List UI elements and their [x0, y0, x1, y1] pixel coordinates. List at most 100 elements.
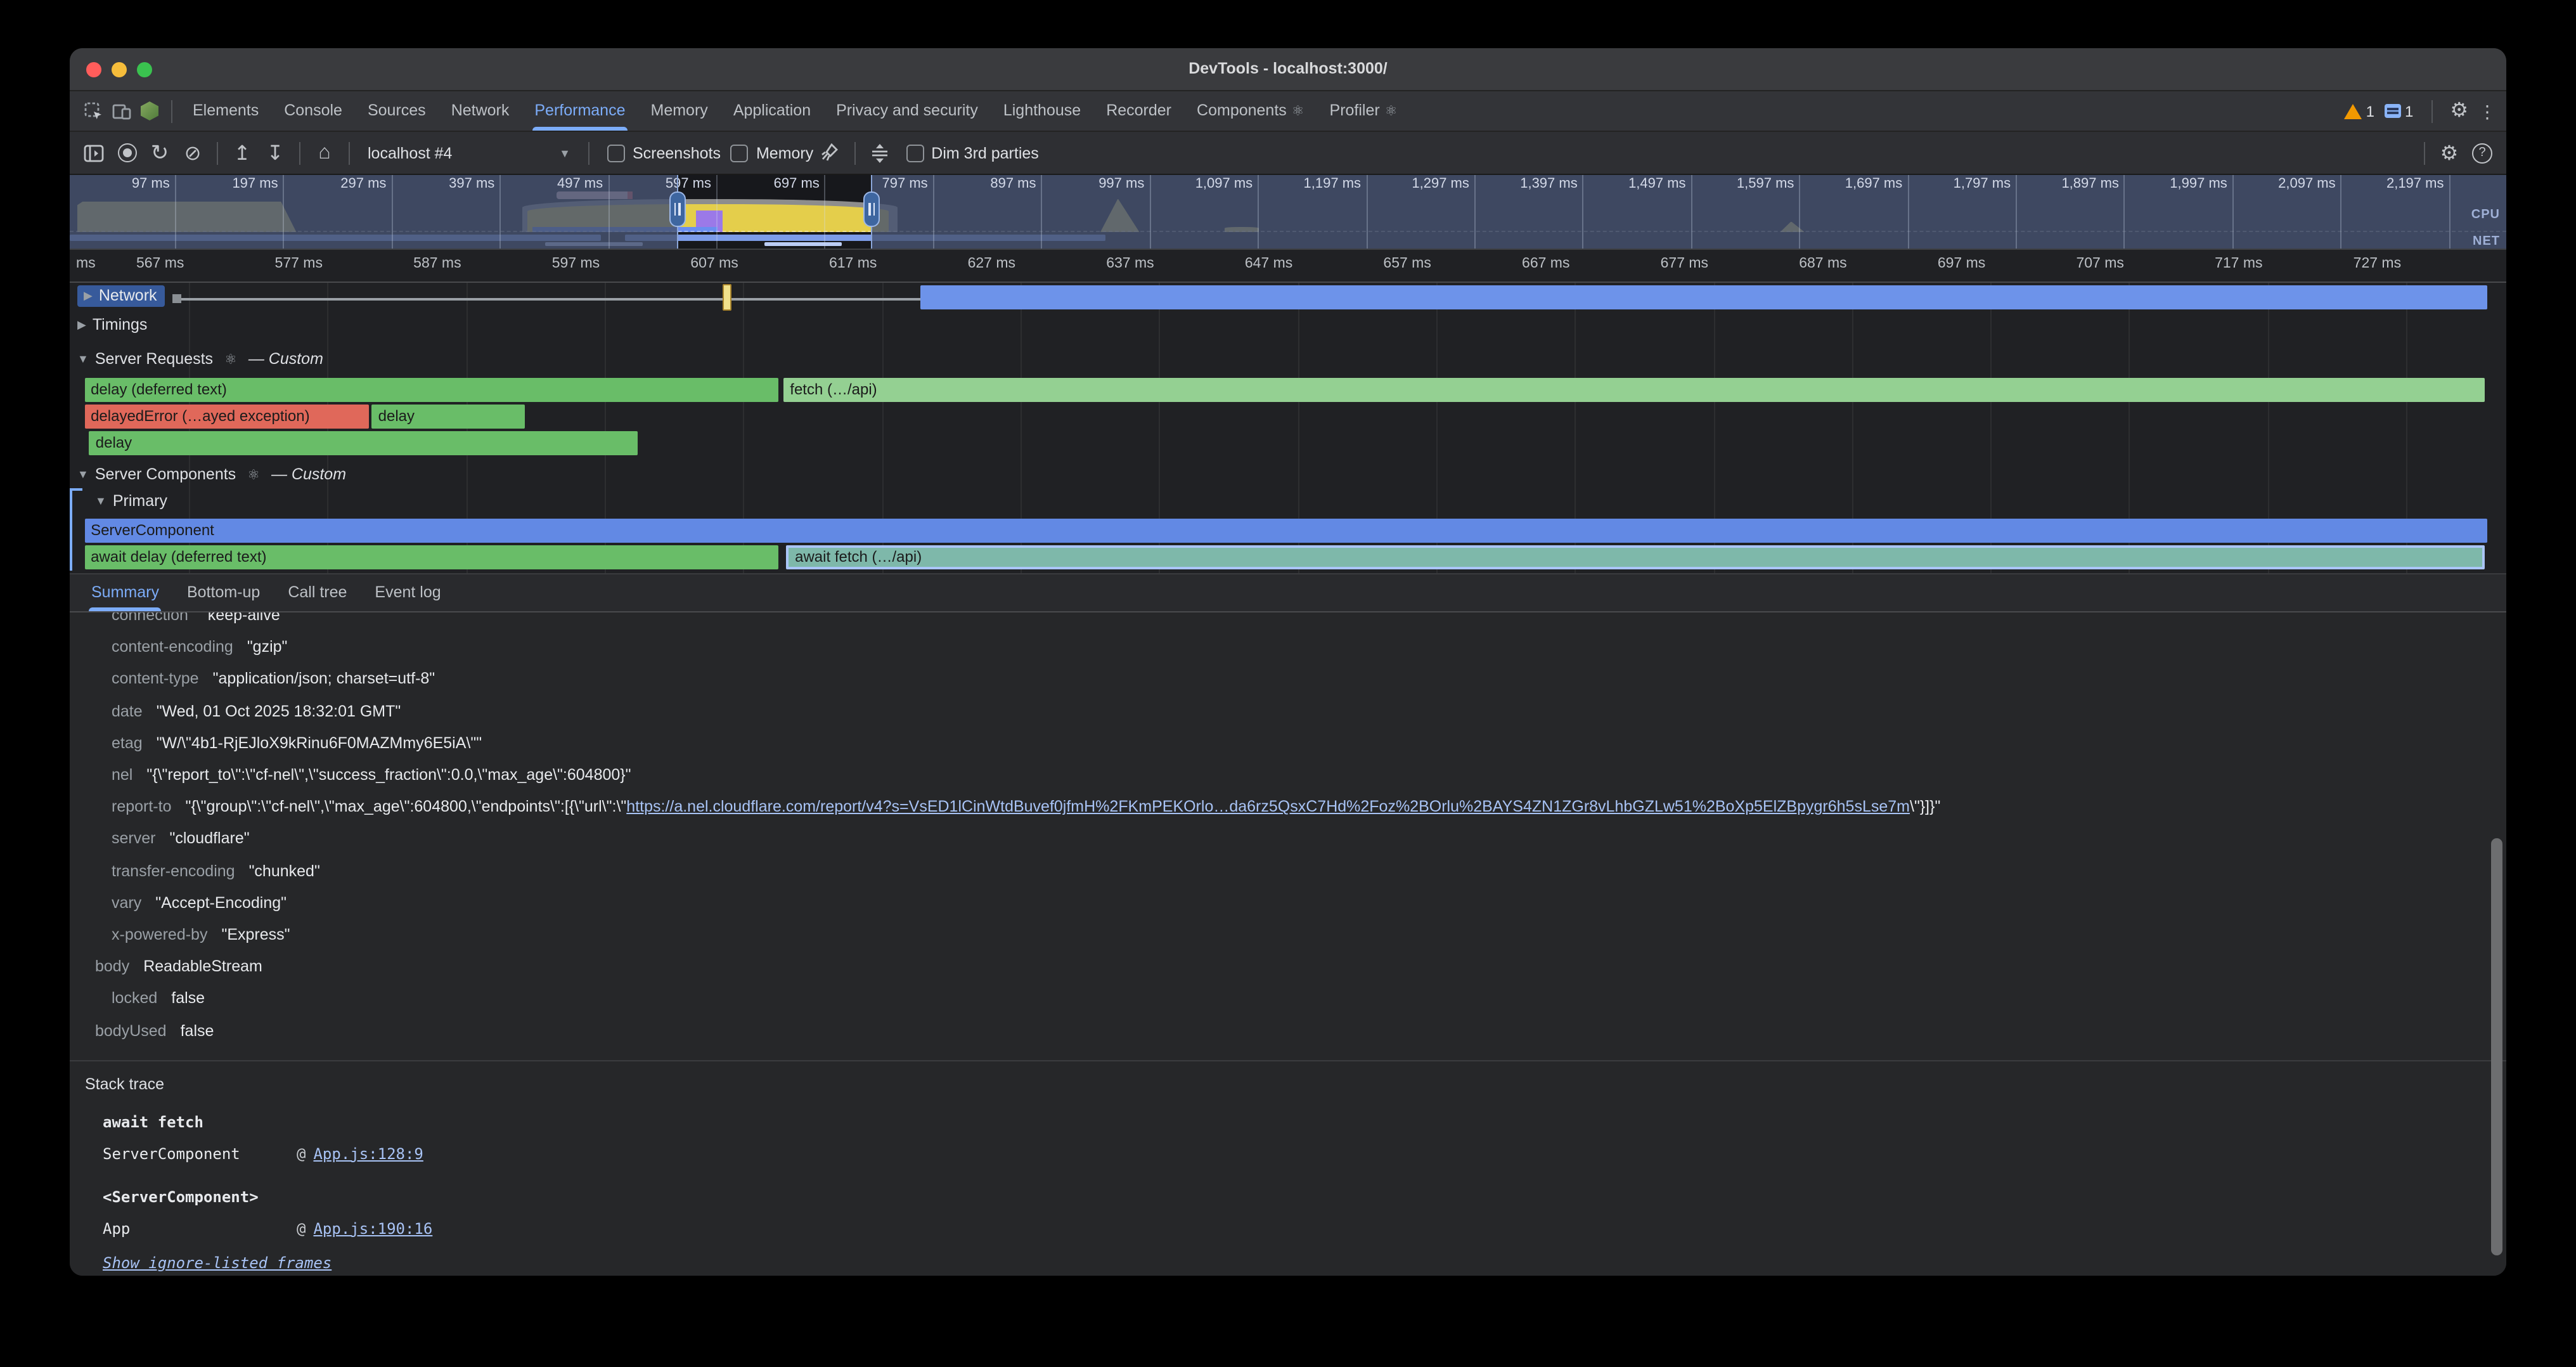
- network-request-candle[interactable]: [723, 284, 731, 311]
- divider: [2431, 100, 2432, 122]
- property-value: ReadableStream: [143, 957, 262, 975]
- network-request-bar[interactable]: [920, 285, 2487, 309]
- flame-bar-servercomponent[interactable]: ServerComponent: [84, 519, 2487, 543]
- track-server-components[interactable]: ▼ Server Components ⚛ — Custom: [77, 465, 346, 483]
- tab-lighthouse[interactable]: Lighthouse: [991, 91, 1093, 131]
- divider: [588, 141, 589, 164]
- timeline-overview[interactable]: CPU NET 97 ms197 ms297 ms397 ms497 ms597…: [70, 175, 2506, 250]
- device-toolbar-icon[interactable]: [108, 97, 136, 125]
- flame-bar-delay[interactable]: delay: [89, 431, 638, 455]
- download-profile-icon[interactable]: ↧: [259, 138, 292, 168]
- capture-settings-gear-icon[interactable]: ⚙: [2433, 138, 2466, 168]
- collapse-expand-icon[interactable]: [863, 138, 896, 168]
- stack-frame-location-link[interactable]: App.js:128:9: [313, 1145, 423, 1163]
- minimize-window-button[interactable]: [112, 62, 127, 77]
- selected-tab-underline: [532, 127, 628, 131]
- flame-bar-delay-deferred-text[interactable]: delay (deferred text): [84, 378, 779, 402]
- overview-grid-line: [608, 175, 609, 249]
- property-key: x-powered-by: [112, 926, 207, 943]
- overview-tick-label: 297 ms: [340, 176, 391, 191]
- flame-bar-delayederror-ayed-exception[interactable]: delayedError (…ayed exception): [84, 405, 370, 429]
- property-value: "Express": [221, 926, 290, 943]
- details-scrollbar[interactable]: [2491, 838, 2502, 1256]
- tab-privacy-and-security[interactable]: Privacy and security: [823, 91, 991, 131]
- tab-application[interactable]: Application: [721, 91, 823, 131]
- tab-label: Profiler: [1330, 101, 1380, 119]
- property-row: report-to"{\"group\":\"cf-nel\",\"max_ag…: [70, 791, 2506, 823]
- ruler-tick-label: 597 ms: [552, 256, 605, 271]
- flame-bar-delay[interactable]: delay: [372, 405, 525, 429]
- close-window-button[interactable]: [86, 62, 101, 77]
- messages-indicator[interactable]: 1: [2385, 102, 2413, 120]
- tab-label: Sources: [368, 101, 426, 119]
- flame-chart: ▶Network ▶Timings ▼ Server Requests ⚛ — …: [70, 283, 2506, 573]
- issues-warning[interactable]: 1: [2345, 102, 2374, 120]
- tab-sources[interactable]: Sources: [355, 91, 439, 131]
- warning-count: 1: [2366, 102, 2374, 120]
- upload-profile-icon[interactable]: ↥: [226, 138, 259, 168]
- tab-console[interactable]: Console: [271, 91, 355, 131]
- custom-track-suffix: — Custom: [271, 465, 346, 483]
- tab-label: Elements: [193, 101, 259, 119]
- track-network[interactable]: ▶Network: [77, 285, 165, 307]
- overview-tick-label: 1,297 ms: [1412, 176, 1474, 191]
- screenshots-checkbox[interactable]: [607, 144, 625, 162]
- record-button[interactable]: [110, 138, 143, 168]
- show-ignore-listed-frames-link[interactable]: Show ignore-listed frames: [103, 1254, 332, 1272]
- selection-handle-left[interactable]: [669, 191, 685, 227]
- dim-3rd-parties-label: Dim 3rd parties: [931, 144, 1039, 162]
- track-group-primary[interactable]: ▼ Primary: [95, 492, 167, 510]
- tab-profiler[interactable]: Profiler⚛: [1317, 91, 1410, 131]
- garbage-collect-icon[interactable]: [813, 138, 846, 168]
- history-dropdown-value: localhost #4: [368, 144, 452, 162]
- overview-tick-label: 897 ms: [990, 176, 1041, 191]
- settings-gear-icon[interactable]: ⚙: [2450, 101, 2468, 121]
- flame-bar-fetch-api[interactable]: fetch (…/api): [783, 378, 2484, 402]
- ruler-tick-label: 707 ms: [2076, 256, 2128, 271]
- report-to-url-link[interactable]: https://a.nel.cloudflare.com/report/v4?s…: [626, 798, 1910, 815]
- inspect-element-icon[interactable]: [80, 97, 108, 125]
- kebab-menu-icon[interactable]: ⋮: [2478, 102, 2496, 120]
- property-value: false: [181, 1021, 214, 1039]
- record-and-reload-button[interactable]: ↻: [143, 138, 176, 168]
- ruler-tick-label: 677 ms: [1661, 256, 1713, 271]
- property-value: "Wed, 01 Oct 2025 18:32:01 GMT": [157, 702, 401, 720]
- flame-bar-await-delay-deferred-text[interactable]: await delay (deferred text): [84, 545, 779, 569]
- track-timings[interactable]: ▶Timings: [77, 316, 147, 334]
- property-key: date: [112, 702, 143, 720]
- network-request-line[interactable]: [174, 298, 920, 301]
- maximize-window-button[interactable]: [137, 62, 152, 77]
- memory-checkbox[interactable]: [731, 144, 749, 162]
- overview-tick-label: 397 ms: [449, 176, 499, 191]
- stack-frame: App@App.js:190:16: [103, 1214, 2506, 1245]
- property-value: "Accept-Encoding": [155, 894, 287, 912]
- history-dropdown[interactable]: localhost #4 ▼: [357, 138, 581, 168]
- tab-performance[interactable]: Performance: [522, 91, 638, 131]
- overview-tick-label: 1,397 ms: [1520, 176, 1583, 191]
- details-tab-bottom-up[interactable]: Bottom-up: [173, 574, 274, 611]
- dim-3rd-parties-checkbox[interactable]: [906, 144, 924, 162]
- stack-frame-name: ServerComponent: [103, 1139, 297, 1170]
- toggle-sidebar-icon[interactable]: [77, 138, 110, 168]
- tab-components[interactable]: Components⚛: [1184, 91, 1317, 131]
- devtools-window: DevTools - localhost:3000/ ElementsConso…: [70, 48, 2506, 1276]
- divider: [854, 141, 855, 164]
- tab-elements[interactable]: Elements: [180, 91, 271, 131]
- tab-recorder[interactable]: Recorder: [1093, 91, 1184, 131]
- tab-label: Recorder: [1106, 101, 1171, 119]
- selection-handle-right[interactable]: [864, 191, 880, 227]
- clear-button[interactable]: ⊘: [176, 138, 209, 168]
- tab-network[interactable]: Network: [439, 91, 522, 131]
- tab-bar-right: 1 1 ⚙ ⋮: [2345, 100, 2496, 122]
- details-tab-call-tree[interactable]: Call tree: [274, 574, 361, 611]
- track-server-requests[interactable]: ▼ Server Requests ⚛ — Custom: [77, 350, 323, 368]
- details-tab-summary[interactable]: Summary: [77, 574, 173, 611]
- tab-memory[interactable]: Memory: [638, 91, 721, 131]
- live-metrics-home-icon[interactable]: ⌂: [308, 138, 341, 168]
- flame-bar-await-fetch-api[interactable]: await fetch (…/api): [786, 545, 2484, 569]
- collapse-triangle-icon: ▼: [77, 353, 89, 365]
- stack-frame-location-link[interactable]: App.js:190:16: [313, 1220, 432, 1238]
- ruler-tick-label: 577 ms: [275, 256, 328, 271]
- details-tab-event-log[interactable]: Event log: [361, 574, 454, 611]
- help-icon[interactable]: ?: [2466, 138, 2499, 168]
